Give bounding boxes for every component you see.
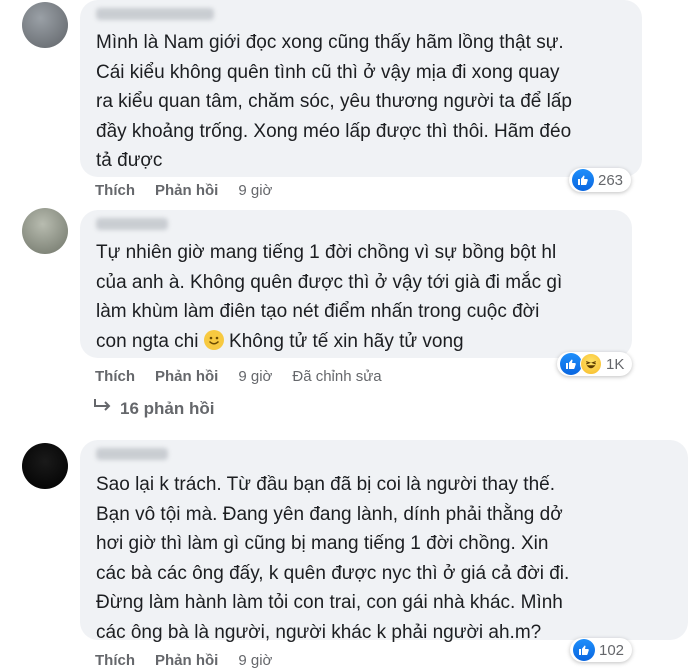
author-name-blurred[interactable] [96, 8, 214, 20]
author-name-blurred[interactable] [96, 448, 168, 460]
like-icon [560, 353, 582, 375]
reaction-summary[interactable]: 102 [570, 638, 633, 662]
edited-label[interactable]: Đã chỉnh sửa [292, 368, 381, 385]
avatar[interactable] [22, 2, 68, 48]
reaction-count: 263 [598, 171, 624, 189]
comment-bubble: Mình là Nam giới đọc xong cũng thấy hãm … [80, 0, 642, 177]
timestamp[interactable]: 9 giờ [238, 182, 272, 199]
reaction-summary[interactable]: 1K [557, 352, 633, 376]
like-icon [572, 169, 594, 191]
author-name-blurred[interactable] [96, 218, 168, 230]
haha-icon [580, 353, 602, 375]
replies-count: 16 phản hồi [120, 398, 215, 418]
avatar[interactable] [22, 208, 68, 254]
smile-emoji-icon [203, 329, 224, 350]
timestamp[interactable]: 9 giờ [238, 652, 272, 669]
comment-bubble: Sao lại k trách. Từ đầu bạn đã bị coi là… [80, 440, 688, 643]
comment-actions: Thích Phản hồi 9 giờ [95, 652, 272, 669]
reaction-count: 1K [606, 355, 625, 373]
like-button[interactable]: Thích [95, 182, 135, 199]
comment-text: Sao lại k trách. Từ đầu bạn đã bị coi là… [96, 474, 570, 643]
reply-button[interactable]: Phản hồi [155, 182, 218, 199]
comment-actions: Thích Phản hồi 9 giờ [95, 182, 272, 199]
reaction-summary[interactable]: 263 [569, 168, 632, 192]
like-icon [573, 639, 595, 661]
like-button[interactable]: Thích [95, 652, 135, 669]
comment-text-part2: Không tử tế xin hãy tử vong [223, 330, 464, 352]
comment-actions: Thích Phản hồi 9 giờ Đã chỉnh sửa [95, 368, 382, 385]
view-replies-link[interactable]: 16 phản hồi [92, 398, 214, 419]
comment-text: Mình là Nam giới đọc xong cũng thấy hãm … [96, 32, 573, 171]
reaction-count: 102 [599, 641, 625, 659]
reply-button[interactable]: Phản hồi [155, 368, 218, 385]
like-button[interactable]: Thích [95, 368, 135, 385]
avatar[interactable] [22, 443, 68, 489]
reply-button[interactable]: Phản hồi [155, 652, 218, 669]
comment-bubble: Tự nhiên giờ mang tiếng 1 đời chồng vì s… [80, 210, 632, 358]
reply-arrow-icon [92, 398, 114, 419]
timestamp[interactable]: 9 giờ [238, 368, 272, 385]
comment-text: Tự nhiên giờ mang tiếng 1 đời chồng vì s… [96, 238, 620, 356]
